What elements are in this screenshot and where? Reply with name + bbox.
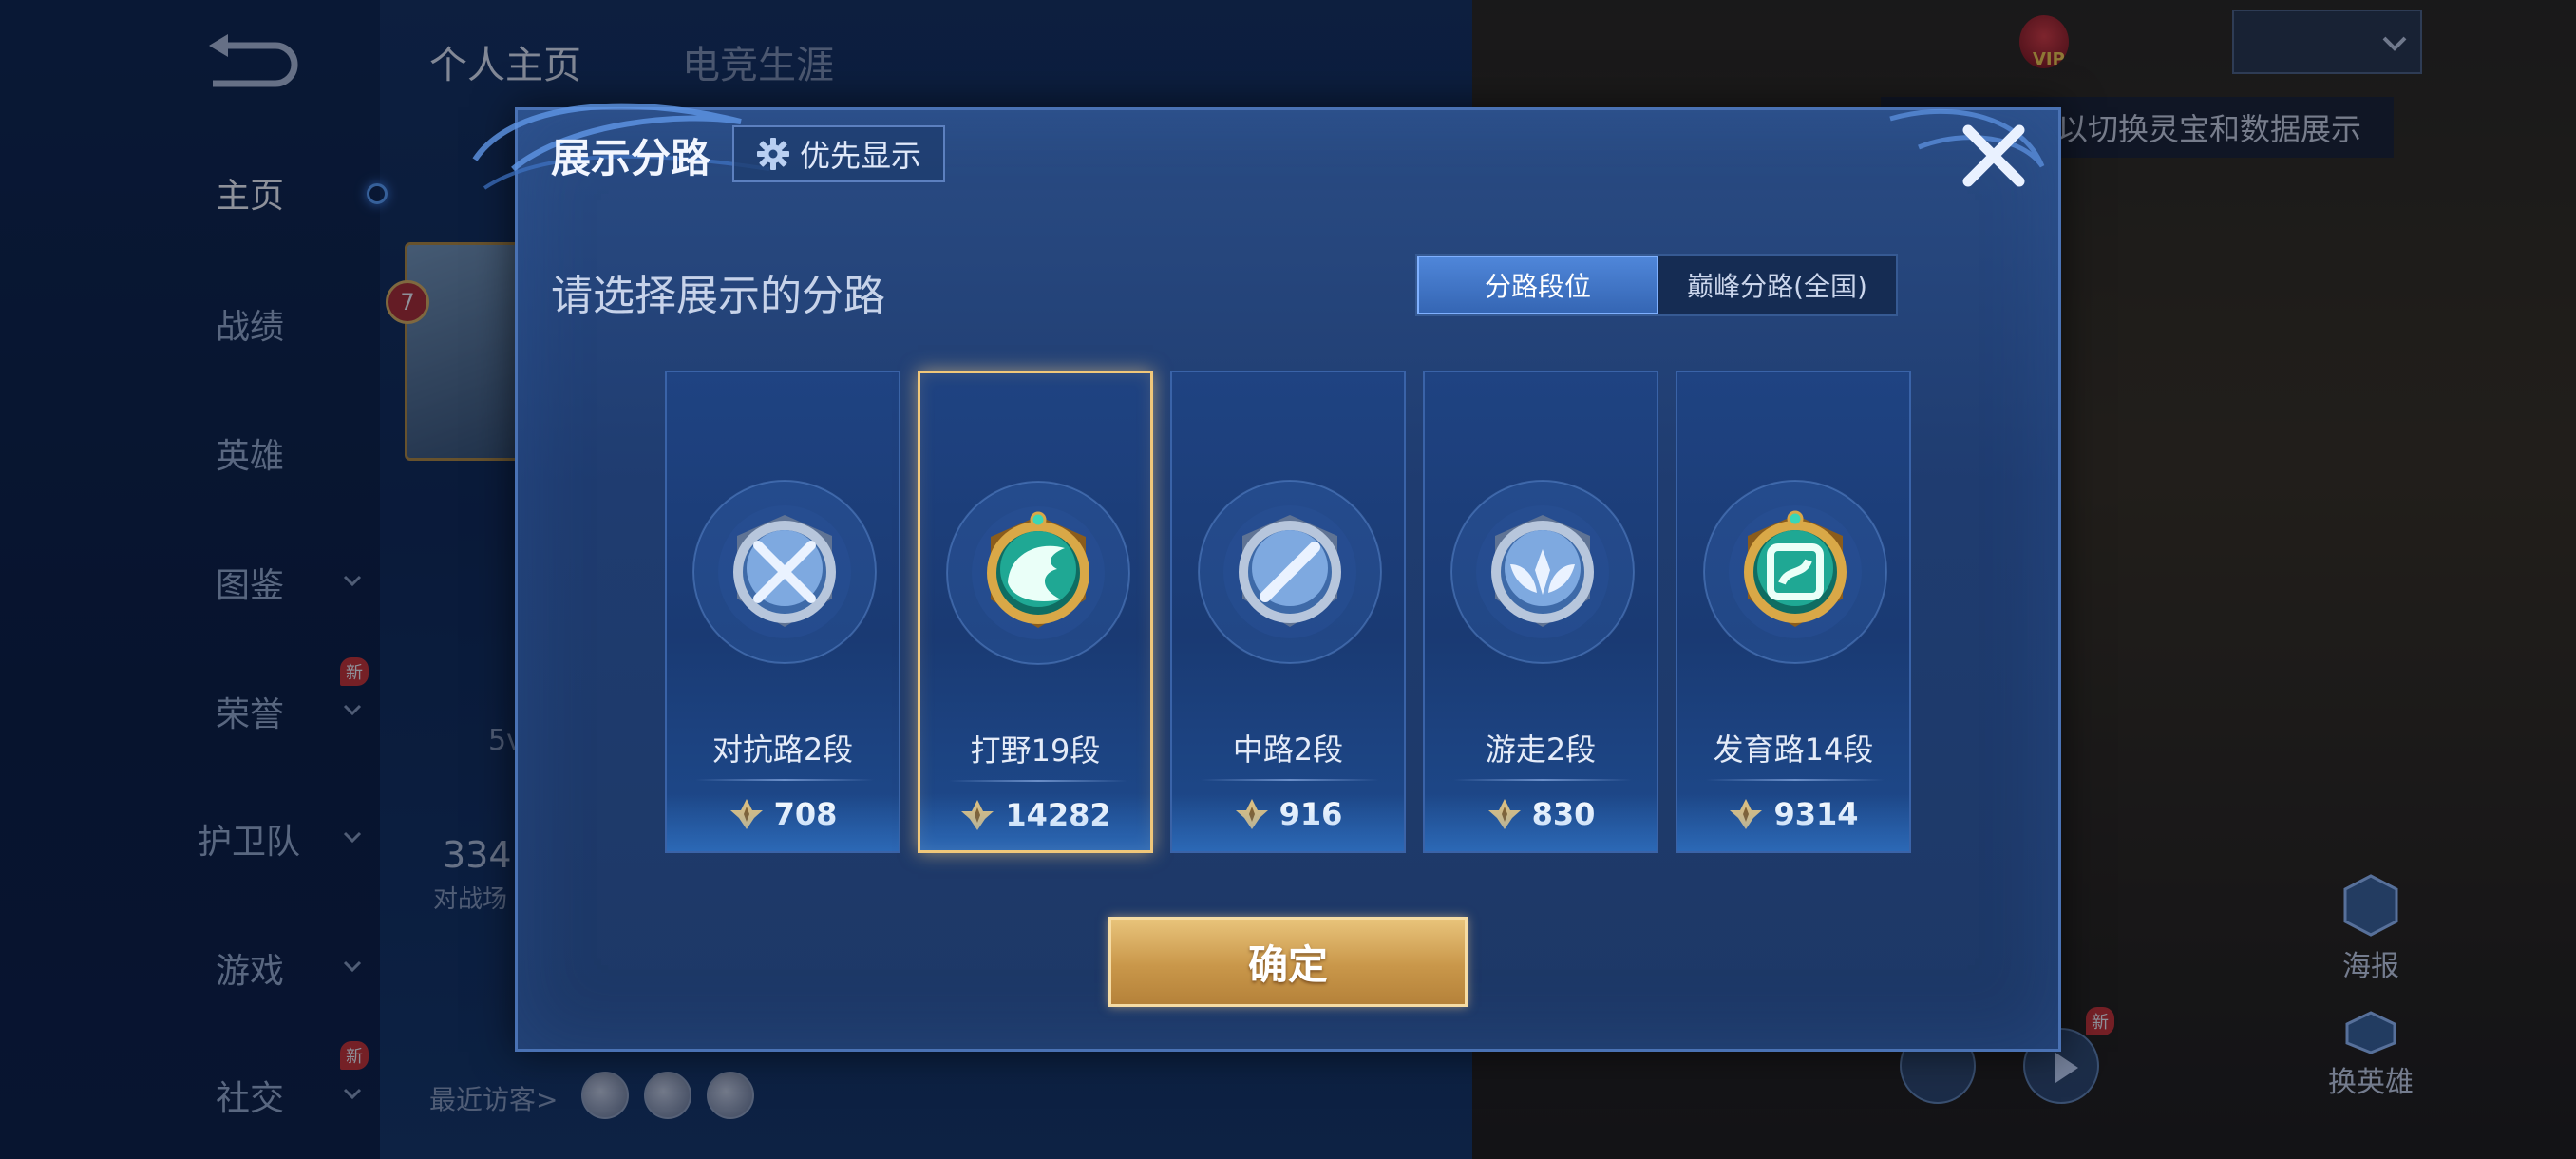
close-icon [1962, 124, 2025, 187]
divider [1453, 779, 1632, 781]
dialog-title: 展示分路 [551, 135, 711, 181]
select-lane-prompt: 请选择展示的分路 [551, 272, 885, 320]
lane-score-value: 916 [1279, 796, 1343, 832]
gear-icon [756, 138, 789, 170]
sword-cross-silver-emblem-icon [690, 477, 880, 667]
lane-score-value: 14282 [1005, 797, 1111, 833]
lane-card[interactable]: 发育路14段 9314 [1676, 370, 1911, 853]
lane-score: 916 [1172, 796, 1404, 832]
lane-name: 中路2段 [1232, 732, 1344, 768]
lane-card[interactable]: 对抗路2段 708 [665, 370, 900, 853]
lane-score-value: 830 [1531, 796, 1596, 832]
rank-points-icon [961, 800, 994, 830]
confirm-button[interactable]: 确定 [1108, 917, 1468, 1007]
divider [1201, 779, 1379, 781]
staff-silver-emblem-icon [1195, 477, 1385, 667]
rank-points-icon [729, 799, 763, 829]
lane-score-value: 9314 [1773, 796, 1859, 832]
bow-gold-emblem-icon [1700, 477, 1890, 667]
lane-name: 打野19段 [970, 732, 1101, 769]
divider [1706, 779, 1885, 781]
lane-score-value: 708 [773, 796, 838, 832]
lane-mode-toggle: 分路段位 巅峰分路(全国) [1415, 254, 1898, 316]
dragon-gold-emblem-icon [943, 478, 1133, 668]
lane-name: 游走2段 [1485, 732, 1597, 768]
wings-silver-emblem-icon [1448, 477, 1638, 667]
divider [949, 780, 1127, 782]
rank-points-icon [1730, 799, 1763, 829]
lane-card[interactable]: 中路2段 916 [1170, 370, 1406, 853]
lane-score: 830 [1425, 796, 1657, 832]
rank-points-icon [1487, 799, 1521, 829]
lane-score: 14282 [920, 797, 1150, 833]
close-button[interactable] [1959, 121, 2029, 191]
lane-name: 对抗路2段 [711, 732, 854, 768]
lane-card[interactable]: 打野19段 14282 [918, 370, 1153, 853]
lane-score: 9314 [1677, 796, 1909, 832]
rank-points-icon [1235, 799, 1268, 829]
tab-lane-rank[interactable]: 分路段位 [1417, 256, 1658, 314]
priority-display-label: 优先显示 [799, 138, 921, 174]
lane-score: 708 [667, 796, 899, 832]
tab-peak-lane[interactable]: 巅峰分路(全国) [1658, 256, 1896, 314]
priority-display-button[interactable]: 优先显示 [732, 125, 945, 182]
lane-card[interactable]: 游走2段 830 [1423, 370, 1658, 853]
divider [695, 779, 874, 781]
lane-name: 发育路14段 [1713, 732, 1874, 768]
